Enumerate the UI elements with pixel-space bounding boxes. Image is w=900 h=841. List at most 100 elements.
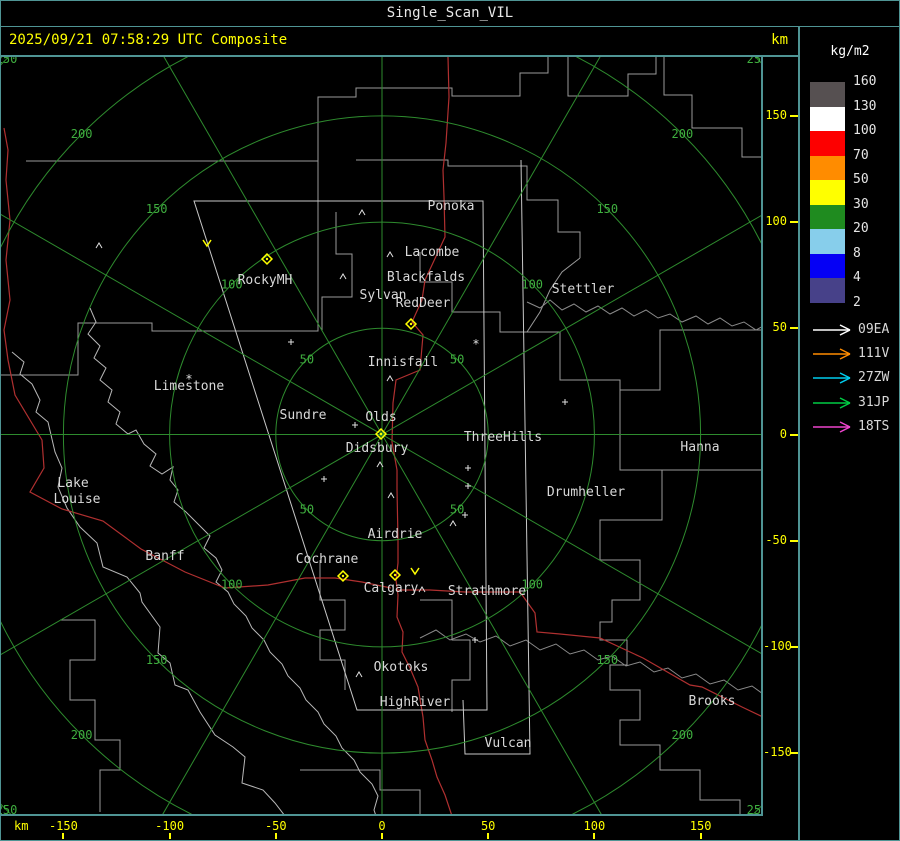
radar-id-label: 111V [858, 346, 890, 361]
radar-arrow-icon [813, 324, 851, 336]
ring-distance-label: 100 [521, 277, 543, 291]
county-boundary [0, 161, 319, 376]
ring-distance-label: 250 [1, 57, 17, 66]
city-label-banff: Banff [145, 549, 184, 564]
colorbar-swatch [810, 131, 845, 156]
county-boundary [527, 329, 763, 391]
ring-distance-label: 150 [596, 202, 618, 216]
continental-divide [11, 351, 286, 817]
x-axis-tick-label: 100 [583, 819, 606, 833]
y-axis-tick-label: 0 [779, 426, 787, 441]
town-caret-marker [387, 492, 395, 499]
y-axis-tick-label: 50 [772, 320, 787, 335]
y-axis-tick [790, 752, 798, 755]
radar-arrow-icon [813, 348, 851, 360]
colorbar-level-label: 2 [853, 294, 861, 310]
colorbar-swatch [810, 253, 845, 278]
ring-distance-label: 250 [747, 57, 761, 66]
river [526, 299, 764, 331]
x-axis-tick [168, 833, 171, 839]
city-label-didsbury: Didsbury [346, 441, 409, 456]
town-caret-marker [449, 520, 457, 527]
x-axis-tick-label: 0 [378, 819, 386, 833]
radar-legend-row: 09EA [800, 323, 900, 339]
colorbar-swatch [810, 229, 845, 254]
x-axis-tick [699, 833, 702, 839]
city-label-stettler: Stettler [552, 282, 615, 297]
y-axis-tick [790, 539, 798, 542]
ring-distance-label: 250 [1, 803, 17, 814]
town-caret-marker [386, 375, 394, 382]
y-axis: 150 100 50 0 -50 -100 -150 [763, 57, 799, 816]
x-axis-tick [274, 833, 277, 839]
radar-legend-row: 111V [800, 347, 900, 363]
city-label-brooks: Brooks [689, 694, 736, 709]
y-axis-tick [790, 645, 798, 648]
town-caret-marker [339, 273, 347, 280]
x-axis-tick-label: 150 [689, 819, 712, 833]
colorbar-swatch [810, 106, 845, 131]
y-axis-tick-label: 100 [765, 214, 787, 229]
ring-distance-label: 50 [300, 503, 314, 517]
colorbar-level-label: 130 [853, 98, 877, 114]
ring-distance-label: 100 [221, 578, 243, 592]
colorbar-level-label: 30 [853, 196, 869, 212]
radar-legend-row: 27ZW [800, 371, 900, 387]
ring-distance-label: 50 [300, 352, 314, 366]
city-label-hanna: Hanna [680, 440, 719, 455]
y-axis-tick [790, 433, 798, 436]
city-label-airdrie: Airdrie [368, 527, 423, 542]
city-label-olds: Olds [365, 410, 396, 425]
radar-arrow-icon [813, 372, 851, 384]
city-label-limestone: Limestone [154, 379, 225, 394]
radar-app-window: { "window": {"title": "Single_Scan_VIL"}… [0, 0, 900, 841]
city-label-strathmore: Strathmore [448, 584, 526, 599]
river [419, 629, 764, 695]
x-axis-tick [62, 833, 65, 839]
county-boundary [599, 390, 663, 575]
ring-distance-label: 150 [146, 653, 168, 667]
city-label-highriver: HighRiver [380, 695, 451, 710]
x-axis-unit-label: km [14, 819, 29, 833]
ring-distance-label: 150 [596, 653, 618, 667]
window-title: Single_Scan_VIL [386, 5, 514, 21]
window-title-bar: Single_Scan_VIL [0, 0, 900, 27]
y-axis-tick-label: 150 [765, 107, 787, 122]
radar-station-dot [265, 257, 269, 261]
radar-id-label: 18TS [858, 419, 890, 434]
city-label-ponoka: Ponoka [428, 199, 475, 214]
y-axis-tick-label: -150 [763, 745, 792, 760]
city-label-lake: Lake [57, 476, 88, 491]
city-label-blackfalds: Blackfalds [387, 270, 465, 285]
city-label-drumheller: Drumheller [547, 485, 625, 500]
strike-v-marker [410, 567, 420, 576]
city-label-cochrane: Cochrane [296, 552, 359, 567]
ring-distance-label: 150 [146, 202, 168, 216]
radar-arrow-icon [813, 397, 851, 409]
x-axis-tick [381, 833, 383, 839]
radar-id-label: 31JP [858, 395, 890, 410]
city-label-reddeer: RedDeer [396, 296, 451, 311]
ring-distance-label: 200 [71, 127, 93, 141]
y-axis-unit-label: km [771, 32, 788, 48]
colorbar-level-label: 8 [853, 245, 861, 261]
county-boundary [663, 57, 763, 158]
x-axis-tick-label: -50 [264, 819, 287, 833]
x-axis-tick [593, 833, 596, 839]
ring-distance-label: 200 [71, 728, 93, 742]
city-label-sundre: Sundre [280, 408, 327, 423]
y-axis-tick [790, 114, 798, 117]
town-caret-marker [386, 251, 394, 258]
x-axis-tick [487, 833, 490, 839]
radar-id-label: 27ZW [858, 370, 890, 385]
radar-station-dot [393, 573, 397, 577]
radar-legend-row: 18TS [800, 420, 900, 436]
ring-distance-label: 200 [672, 127, 694, 141]
city-label-vulcan: Vulcan [485, 736, 532, 751]
town-star-marker: * [472, 337, 479, 351]
radar-station-dot [379, 432, 383, 436]
colorbar-unit-label: kg/m2 [830, 44, 870, 59]
y-axis-tick [790, 221, 798, 224]
radar-arrow-icon [813, 421, 851, 433]
county-boundary [419, 252, 527, 333]
